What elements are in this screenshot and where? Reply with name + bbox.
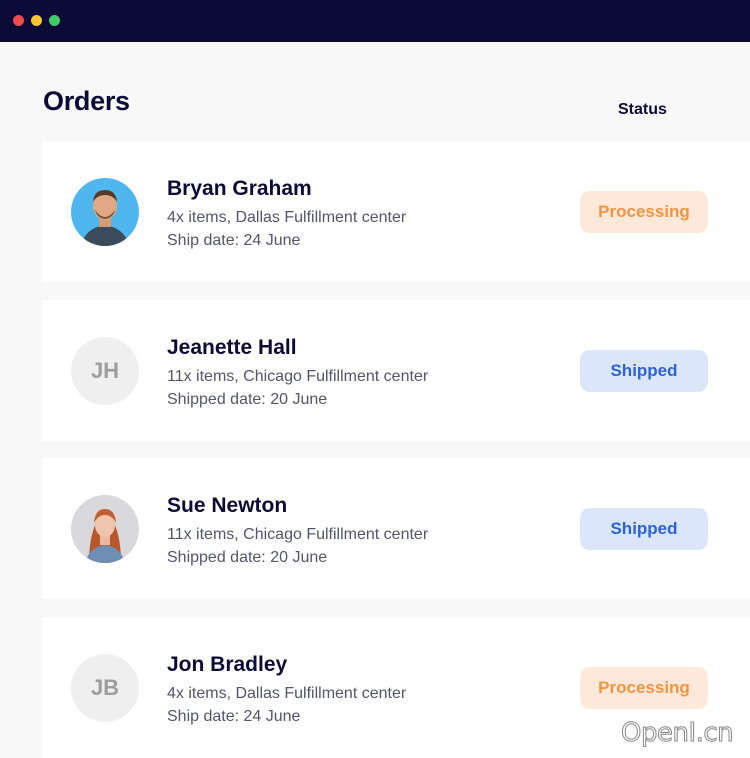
minimize-window-button[interactable] xyxy=(31,15,42,26)
status-badge[interactable]: Shipped xyxy=(580,350,708,392)
maximize-window-button[interactable] xyxy=(49,15,60,26)
order-card[interactable]: Sue Newton 11x items, Chicago Fulfillmen… xyxy=(42,458,750,599)
status-column-header[interactable]: Status xyxy=(618,101,667,119)
avatar-photo-icon xyxy=(71,178,139,246)
customer-name: Jeanette Hall xyxy=(167,336,297,359)
order-card[interactable]: JH Jeanette Hall 11x items, Chicago Fulf… xyxy=(42,300,750,441)
order-items: 4x items, Dallas Fulfillment center xyxy=(167,209,407,226)
status-badge[interactable]: Processing xyxy=(580,667,708,709)
avatar xyxy=(71,178,139,246)
avatar xyxy=(71,495,139,563)
status-badge[interactable]: Processing xyxy=(580,191,708,233)
customer-name: Sue Newton xyxy=(167,494,288,517)
order-date: Ship date: 24 June xyxy=(167,708,301,725)
page-title: Orders xyxy=(43,86,130,116)
order-date: Ship date: 24 June xyxy=(167,232,301,249)
order-date: Shipped date: 20 June xyxy=(167,391,328,408)
order-items: 11x items, Chicago Fulfillment center xyxy=(167,526,429,543)
order-date: Shipped date: 20 June xyxy=(167,549,328,566)
customer-name: Jon Bradley xyxy=(167,653,288,676)
order-items: 11x items, Chicago Fulfillment center xyxy=(167,368,429,385)
avatar: JB xyxy=(71,654,139,722)
watermark: OpenI.cn xyxy=(620,718,734,749)
order-card[interactable]: Bryan Graham 4x items, Dallas Fulfillmen… xyxy=(42,141,750,282)
close-window-button[interactable] xyxy=(13,15,24,26)
order-items: 4x items, Dallas Fulfillment center xyxy=(167,685,407,702)
customer-name: Bryan Graham xyxy=(167,177,312,200)
window-titlebar xyxy=(0,0,750,42)
status-badge[interactable]: Shipped xyxy=(580,508,708,550)
avatar-photo-icon xyxy=(71,495,139,563)
avatar: JH xyxy=(71,337,139,405)
